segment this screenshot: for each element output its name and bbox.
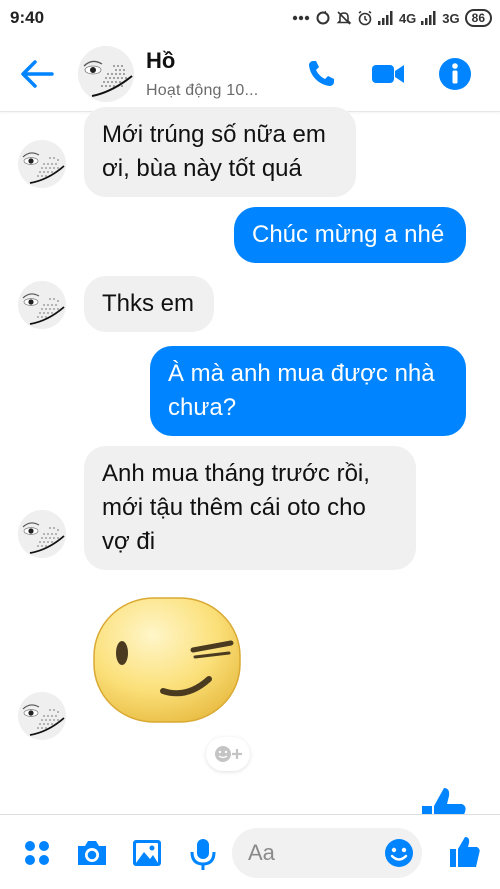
message-bubble-outgoing[interactable]: À mà anh mua được nhà chưa? bbox=[150, 346, 466, 436]
winking-face-sticker[interactable] bbox=[91, 595, 243, 725]
video-camera-icon bbox=[372, 65, 404, 83]
message-composer bbox=[0, 814, 500, 889]
send-like-button[interactable] bbox=[448, 835, 482, 869]
grid-dots-icon bbox=[25, 841, 49, 865]
more-actions-button[interactable] bbox=[22, 837, 54, 869]
camera-button[interactable] bbox=[75, 837, 107, 869]
emoji-button[interactable] bbox=[384, 838, 414, 868]
sender-avatar[interactable] bbox=[18, 692, 66, 740]
battery-indicator: 86 bbox=[464, 9, 492, 27]
sent-like-thumb[interactable] bbox=[414, 784, 470, 816]
contact-active-status: Hoạt động 10... bbox=[146, 82, 259, 99]
message-bubble-incoming[interactable]: Anh mua tháng trước rồi, mới tậu thêm cá… bbox=[84, 446, 416, 570]
back-button[interactable] bbox=[18, 56, 58, 92]
microphone-icon bbox=[190, 839, 216, 870]
thumbs-up-icon bbox=[450, 837, 480, 867]
conversation-header: Hồ Hoạt động 10... bbox=[0, 36, 500, 112]
smiley-icon bbox=[385, 839, 413, 867]
camera-icon bbox=[78, 841, 106, 865]
message-bubble-incoming[interactable]: Mới trúng số nữa em ơi, bùa này tốt quá bbox=[84, 107, 356, 197]
sender-avatar[interactable] bbox=[18, 510, 66, 558]
add-reaction-icon bbox=[215, 746, 242, 762]
gallery-button[interactable] bbox=[131, 837, 163, 869]
more-dots-icon bbox=[292, 15, 310, 21]
status-time: 9:40 bbox=[10, 8, 45, 27]
contact-name: Hồ bbox=[146, 48, 176, 73]
muted-bell-icon bbox=[336, 10, 352, 26]
signal-icon bbox=[421, 11, 437, 25]
thumbs-up-icon bbox=[422, 788, 466, 816]
sender-avatar[interactable] bbox=[18, 140, 66, 188]
status-bar: 9:40 4G 3G 86 bbox=[0, 0, 500, 36]
message-bubble-incoming[interactable]: Thks em bbox=[84, 276, 214, 332]
phone-icon bbox=[309, 61, 334, 86]
add-reaction-button[interactable] bbox=[206, 737, 250, 771]
conversation-info-button[interactable] bbox=[438, 58, 474, 90]
sender-avatar[interactable] bbox=[18, 281, 66, 329]
sync-icon bbox=[315, 10, 331, 26]
video-call-button[interactable] bbox=[370, 58, 406, 90]
network-type-1: 4G bbox=[398, 10, 417, 26]
network-type-2: 3G bbox=[442, 10, 460, 26]
back-arrow-icon bbox=[21, 60, 54, 88]
status-icons: 4G 3G 86 bbox=[292, 6, 492, 30]
voice-record-button[interactable] bbox=[187, 837, 219, 870]
message-bubble-outgoing[interactable]: Chúc mừng a nhé bbox=[234, 207, 466, 263]
info-icon bbox=[439, 58, 471, 90]
alarm-icon bbox=[357, 10, 373, 26]
image-icon bbox=[133, 840, 161, 866]
contact-avatar[interactable] bbox=[78, 46, 134, 102]
call-button[interactable] bbox=[304, 58, 340, 90]
signal-icon bbox=[377, 11, 394, 25]
